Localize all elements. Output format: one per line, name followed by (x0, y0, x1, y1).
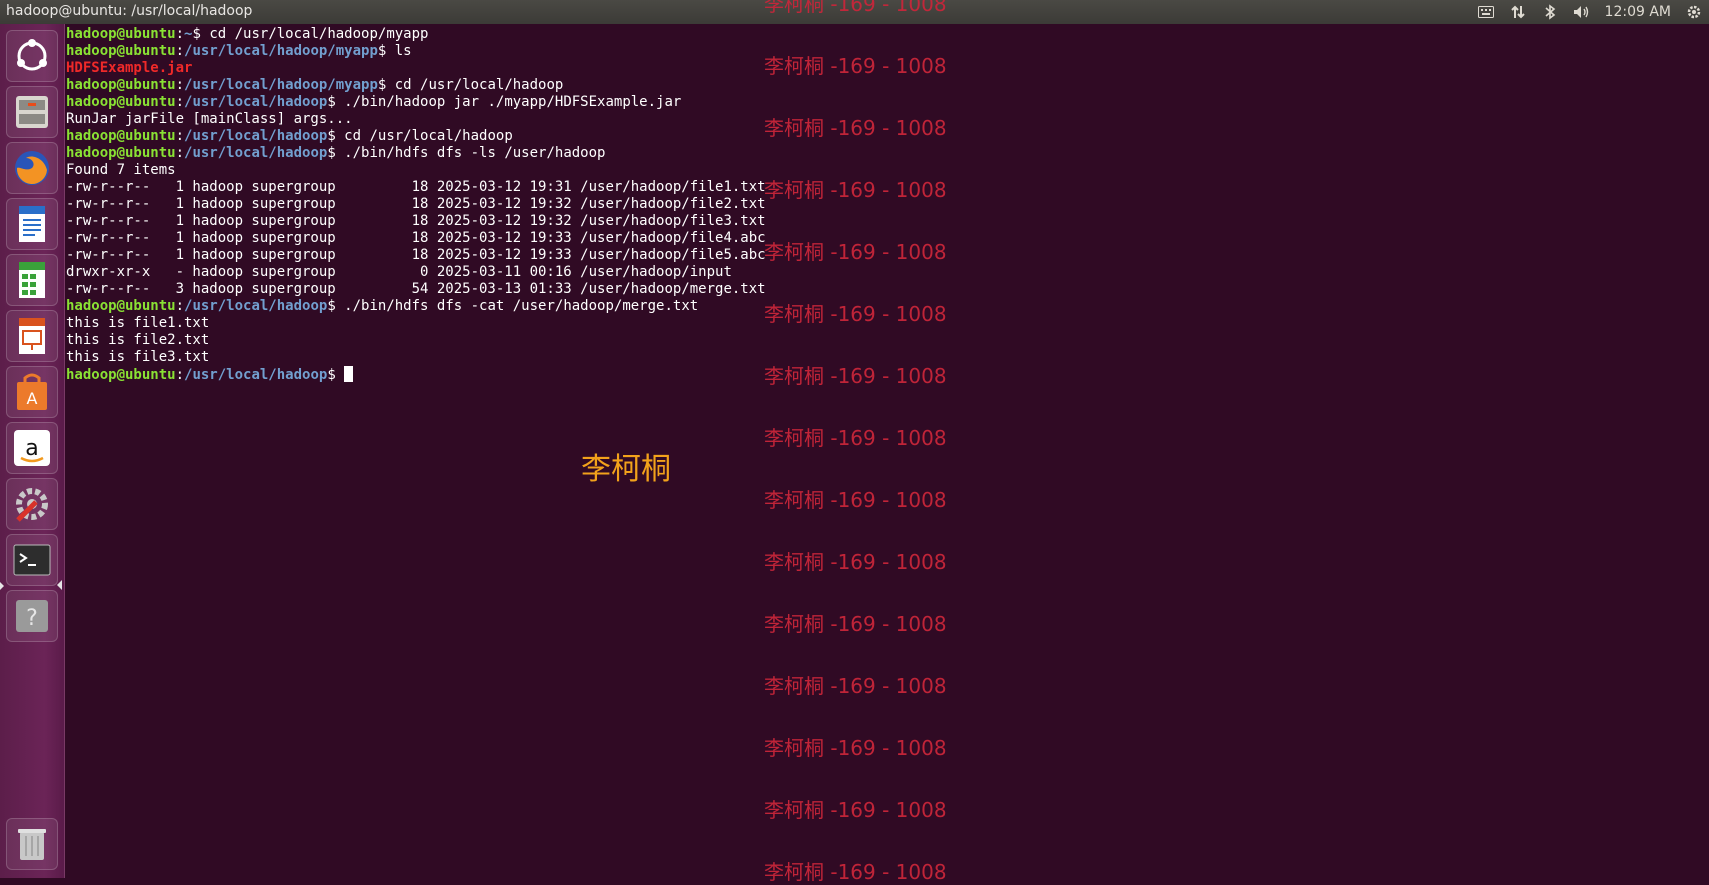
terminal-line: hadoop@ubuntu:/usr/local/hadoop$ ./bin/h… (66, 145, 606, 161)
terminal-icon (13, 544, 51, 576)
output-text: -rw-r--r-- 1 hadoop supergroup 18 2025-0… (66, 247, 766, 263)
command-text: ./bin/hadoop jar ./myapp/HDFSExample.jar (344, 94, 682, 110)
prompt-user: hadoop@ubuntu (66, 43, 176, 59)
svg-text:a: a (25, 436, 38, 461)
text-cursor (344, 366, 354, 382)
firefox-button[interactable] (6, 142, 58, 194)
system-tray: 12:09 AM (1477, 2, 1703, 22)
svg-text:?: ? (26, 606, 38, 631)
watermark-text: 李柯桐 -169 - 1008 (764, 426, 947, 450)
watermark-text: 李柯桐 -169 - 1008 (764, 674, 947, 698)
presentation-icon (19, 318, 45, 354)
terminal-line: -rw-r--r-- 1 hadoop supergroup 18 2025-0… (66, 213, 1706, 230)
firefox-icon (15, 151, 49, 185)
prompt-path: /usr/local/hadoop (184, 128, 328, 144)
clock[interactable]: 12:09 AM (1605, 4, 1671, 20)
impress-button[interactable] (6, 310, 58, 362)
keyboard-icon[interactable] (1477, 4, 1495, 20)
writer-button[interactable] (6, 198, 58, 250)
prompt-path: /usr/local/hadoop/myapp (184, 43, 378, 59)
command-text: ./bin/hdfs dfs -cat /user/hadoop/merge.t… (344, 298, 699, 314)
prompt-user: hadoop@ubuntu (66, 145, 176, 161)
bluetooth-icon[interactable] (1541, 4, 1559, 20)
prompt-user: hadoop@ubuntu (66, 367, 176, 383)
watermark-text: 李柯桐 -169 - 1008 (764, 550, 947, 574)
output-text: drwxr-xr-x - hadoop supergroup 0 2025-03… (66, 264, 732, 280)
output-text: RunJar jarFile [mainClass] args... (66, 111, 353, 127)
watermark-text: 李柯桐 -169 - 1008 (764, 116, 947, 140)
terminal-line: hadoop@ubuntu:/usr/local/hadoop/myapp$ c… (66, 77, 564, 93)
command-text: cd /usr/local/hadoop (394, 77, 564, 93)
terminal-line: hadoop@ubuntu:/usr/local/hadoop$ ./bin/h… (66, 94, 682, 110)
settings-icon (16, 488, 48, 522)
terminal-line: hadoop@ubuntu:~$ cd /usr/local/hadoop/my… (66, 26, 429, 42)
command-text: ./bin/hdfs dfs -ls /user/hadoop (344, 145, 606, 161)
ubuntu-dash-button[interactable] (6, 30, 58, 82)
spreadsheet-icon (19, 262, 45, 298)
help-icon: ? (16, 600, 48, 632)
prompt-user: hadoop@ubuntu (66, 77, 176, 93)
network-icon[interactable] (1509, 4, 1527, 20)
window-title: hadoop@ubuntu: /usr/local/hadoop (6, 3, 253, 19)
ubuntu-logo-icon (17, 39, 47, 71)
output-text: -rw-r--r-- 1 hadoop supergroup 18 2025-0… (66, 179, 766, 195)
prompt-user: hadoop@ubuntu (66, 128, 176, 144)
output-text: this is file2.txt (66, 332, 210, 348)
output-text: -rw-r--r-- 1 hadoop supergroup 18 2025-0… (66, 230, 766, 246)
prompt-path: /usr/local/hadoop (184, 94, 328, 110)
calc-button[interactable] (6, 254, 58, 306)
terminal-line: drwxr-xr-x - hadoop supergroup 0 2025-03… (66, 264, 1706, 281)
watermark-text: 李柯桐 -169 - 1008 (764, 0, 947, 16)
trash-icon (18, 829, 46, 860)
prompt-path: /usr/local/hadoop/myapp (184, 77, 378, 93)
watermark-text: 李柯桐 -169 - 1008 (764, 178, 947, 202)
watermark-text: 李柯桐 -169 - 1008 (764, 302, 947, 326)
terminal-line: this is file2.txt (66, 332, 1706, 349)
watermark-text: 李柯桐 -169 - 1008 (764, 488, 947, 512)
shopping-bag-icon: A (17, 373, 47, 410)
watermark-text: 李柯桐 -169 - 1008 (764, 54, 947, 78)
watermark-text: 李柯桐 -169 - 1008 (764, 364, 947, 388)
watermark-text: 李柯桐 -169 - 1008 (764, 860, 947, 884)
prompt-path: /usr/local/hadoop (184, 367, 328, 383)
terminal-line: -rw-r--r-- 3 hadoop supergroup 54 2025-0… (66, 281, 1706, 298)
prompt-path: /usr/local/hadoop (184, 145, 328, 161)
amazon-icon: a (14, 430, 50, 466)
watermark-text: 李柯桐 -169 - 1008 (764, 240, 947, 264)
command-text: cd /usr/local/hadoop/myapp (209, 26, 429, 42)
output-text: -rw-r--r-- 1 hadoop supergroup 18 2025-0… (66, 213, 766, 229)
jar-file: HDFSExample.jar (66, 60, 193, 76)
prompt-path: ~ (184, 26, 193, 42)
watermark-text: 李柯桐 -169 - 1008 (764, 612, 947, 636)
trash-button[interactable] (6, 818, 58, 870)
output-text: this is file1.txt (66, 315, 210, 331)
terminal-button[interactable] (6, 534, 58, 586)
software-center-button[interactable]: A (6, 366, 58, 418)
file-cabinet-icon (16, 96, 48, 128)
command-text: ls (394, 43, 412, 59)
command-text: cd /usr/local/hadoop (344, 128, 513, 144)
output-text: Found 7 items (66, 162, 176, 178)
prompt-user: hadoop@ubuntu (66, 298, 176, 314)
amazon-button[interactable]: a (6, 422, 58, 474)
prompt-user: hadoop@ubuntu (66, 94, 176, 110)
name-watermark: 李柯桐 (581, 452, 671, 487)
output-text: -rw-r--r-- 3 hadoop supergroup 54 2025-0… (66, 281, 766, 297)
output-text: -rw-r--r-- 1 hadoop supergroup 18 2025-0… (66, 196, 766, 212)
watermark-text: 李柯桐 -169 - 1008 (764, 798, 947, 822)
running-indicator (0, 582, 4, 590)
launcher: A a ? (0, 24, 65, 878)
help-button[interactable]: ? (6, 590, 58, 642)
volume-icon[interactable] (1573, 4, 1591, 20)
watermark-text: 李柯桐 -169 - 1008 (764, 736, 947, 760)
svg-text:A: A (27, 389, 38, 408)
active-indicator (57, 580, 62, 590)
settings-button[interactable] (6, 478, 58, 530)
prompt-user: hadoop@ubuntu (66, 26, 176, 42)
output-text: this is file3.txt (66, 349, 210, 365)
files-button[interactable] (6, 86, 58, 138)
document-icon (19, 206, 45, 242)
gear-icon[interactable] (1685, 4, 1703, 20)
prompt-path: /usr/local/hadoop (184, 298, 328, 314)
